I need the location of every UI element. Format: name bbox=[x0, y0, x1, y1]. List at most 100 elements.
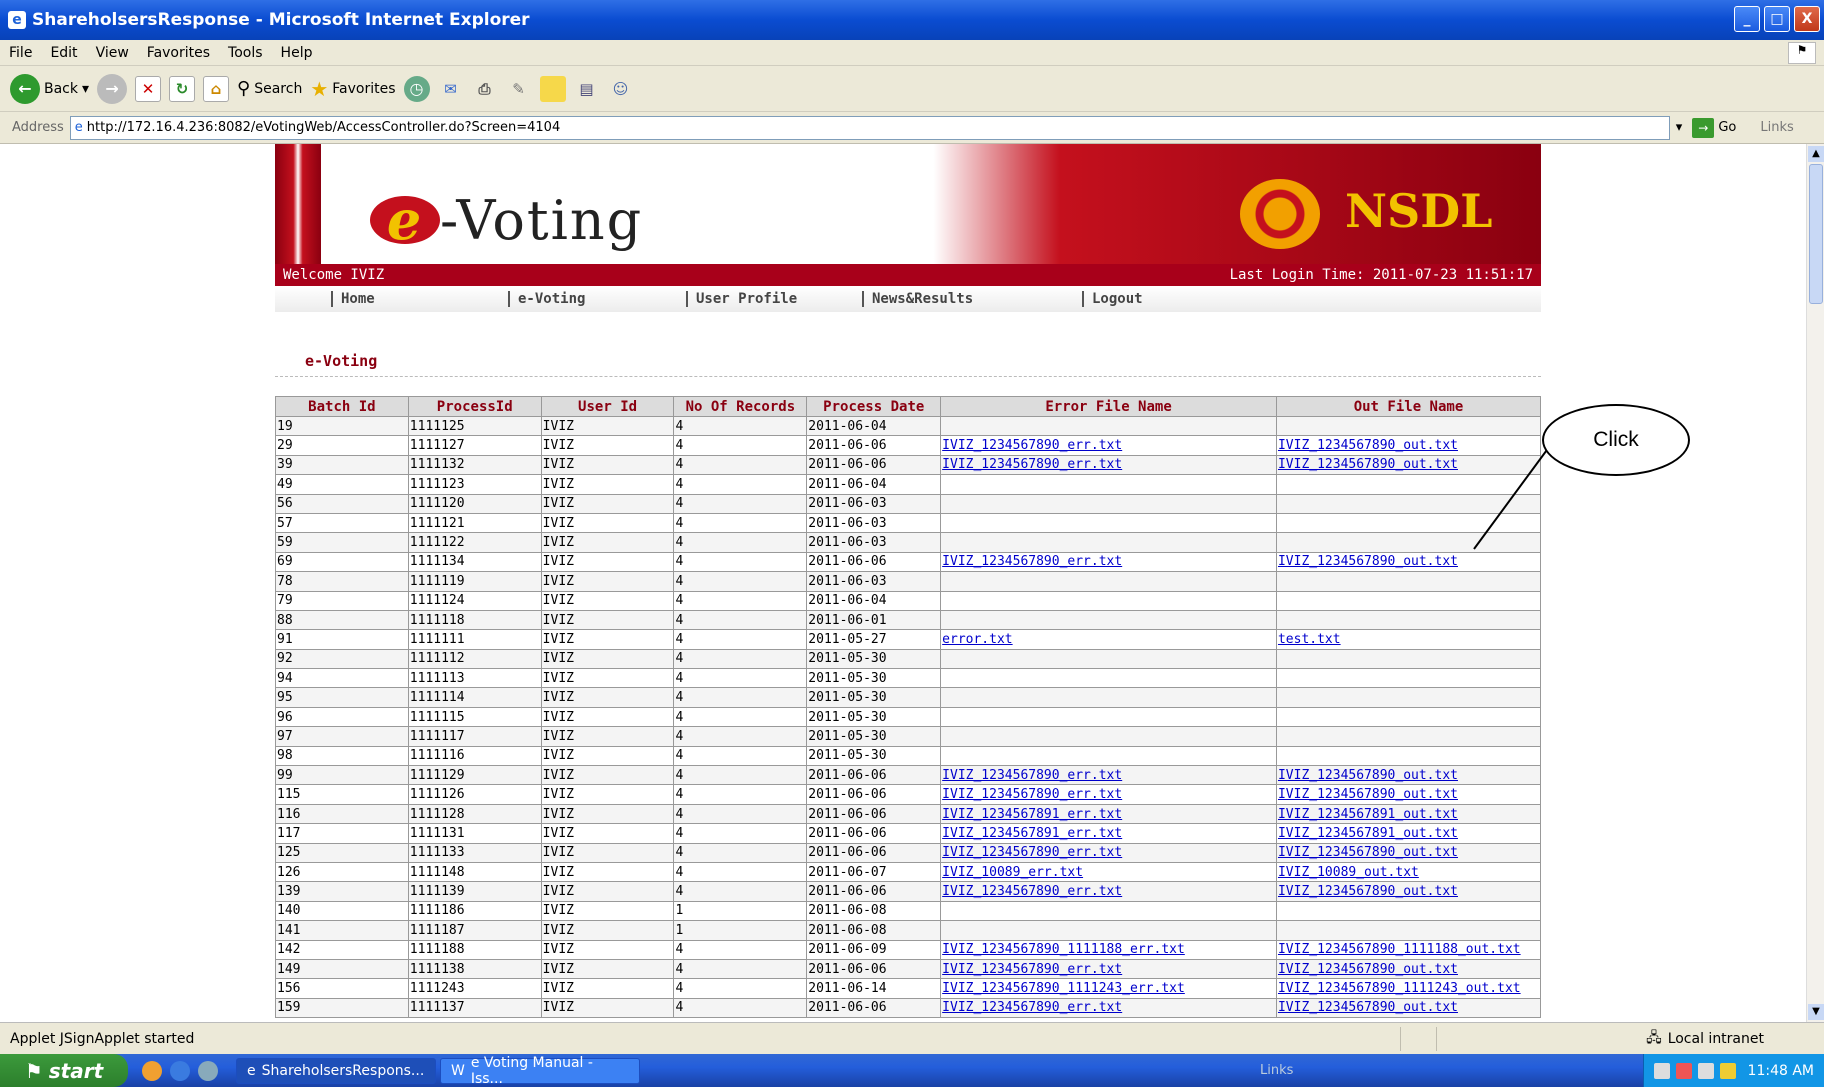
out-file-link[interactable]: IVIZ_1234567890_out.txt bbox=[1278, 554, 1458, 569]
table-cell: 1111188 bbox=[407, 939, 542, 960]
error-file-link[interactable]: IVIZ_1234567891_err.txt bbox=[942, 826, 1122, 841]
table-row: 126 1111148 IVIZ 4 2011-06-07 IVIZ_10089_err.… bbox=[275, 861, 1542, 883]
favorites-button[interactable]: ★ Favorites bbox=[310, 77, 395, 101]
table-cell: 2011-06-01 bbox=[806, 609, 942, 631]
links-label[interactable]: Links bbox=[1760, 120, 1793, 135]
taskbar-item-ie[interactable]: e ShareholsersRespons... bbox=[236, 1057, 436, 1084]
error-file-link[interactable]: IVIZ_10089_err.txt bbox=[942, 865, 1083, 880]
table-cell: IVIZ bbox=[540, 668, 675, 689]
taskbar-item-word[interactable]: W e Voting Manual - Iss... bbox=[440, 1055, 640, 1087]
out-file-link[interactable]: IVIZ_1234567890_out.txt bbox=[1278, 845, 1458, 860]
table-cell: 2011-05-30 bbox=[806, 726, 942, 747]
out-file-link[interactable]: IVIZ_10089_out.txt bbox=[1278, 865, 1419, 880]
desktop-icon[interactable] bbox=[198, 1060, 218, 1081]
error-file-link[interactable]: IVIZ_1234567890_1111243_err.txt bbox=[942, 981, 1185, 996]
error-file-link[interactable]: IVIZ_1234567890_err.txt bbox=[942, 438, 1122, 453]
menu-favorites[interactable]: Favorites bbox=[138, 45, 219, 61]
search-button[interactable]: ⚲ Search bbox=[237, 78, 302, 99]
out-file-link[interactable]: test.txt bbox=[1278, 632, 1341, 647]
table-cell: 92 bbox=[275, 648, 409, 670]
out-file-link[interactable]: IVIZ_1234567890_out.txt bbox=[1278, 438, 1458, 453]
menu-help[interactable]: Help bbox=[272, 45, 322, 61]
error-file-link[interactable]: IVIZ_1234567890_err.txt bbox=[942, 787, 1122, 802]
out-file-link[interactable]: IVIZ_1234567890_out.txt bbox=[1278, 457, 1458, 472]
scroll-down-icon[interactable]: ▼ bbox=[1808, 1004, 1824, 1020]
nav-user-profile[interactable]: User Profile bbox=[686, 291, 862, 307]
out-file-link[interactable]: IVIZ_1234567890_1111243_out.txt bbox=[1278, 981, 1521, 996]
stop-button[interactable]: ✕ bbox=[135, 75, 162, 102]
table-cell: 79 bbox=[275, 590, 409, 611]
error-file-link[interactable]: IVIZ_1234567890_err.txt bbox=[942, 554, 1122, 569]
menu-edit[interactable]: Edit bbox=[41, 45, 86, 61]
address-dropdown-icon[interactable]: ▾ bbox=[1676, 120, 1683, 135]
table-cell: 2011-05-30 bbox=[806, 745, 942, 767]
messenger-button[interactable]: ☺ bbox=[608, 76, 634, 102]
out-file-link[interactable]: IVIZ_1234567890_out.txt bbox=[1278, 1000, 1458, 1015]
out-file-link[interactable]: IVIZ_1234567890_1111188_out.txt bbox=[1278, 942, 1521, 957]
error-file-link[interactable]: IVIZ_1234567890_err.txt bbox=[942, 768, 1122, 783]
error-file-link[interactable]: IVIZ_1234567890_err.txt bbox=[942, 457, 1122, 472]
quick-launch bbox=[128, 1060, 232, 1081]
nav-news-results[interactable]: News&Results bbox=[862, 291, 1082, 307]
nav-home[interactable]: Home bbox=[331, 291, 508, 307]
close-button[interactable]: X bbox=[1794, 6, 1820, 32]
discuss-button[interactable] bbox=[539, 75, 566, 102]
research-button[interactable]: ▤ bbox=[574, 76, 600, 102]
back-button[interactable]: ← Back ▾ bbox=[10, 73, 89, 104]
table-cell: 4 bbox=[673, 668, 808, 689]
home-button[interactable]: ⌂ bbox=[203, 75, 230, 102]
edit-button[interactable]: ✎ bbox=[506, 76, 532, 102]
table-cell: 2011-06-03 bbox=[806, 571, 942, 592]
table-cell: 91 bbox=[275, 629, 409, 650]
out-file-link[interactable]: IVIZ_1234567891_out.txt bbox=[1278, 826, 1458, 841]
back-dropdown-icon[interactable]: ▾ bbox=[82, 81, 89, 97]
evoting-logo: e -Voting bbox=[370, 189, 643, 252]
go-button[interactable]: → Go bbox=[1692, 117, 1736, 138]
table-cell bbox=[940, 571, 1277, 592]
table-cell bbox=[940, 493, 1277, 514]
out-file-link[interactable]: IVIZ_1234567891_out.txt bbox=[1278, 807, 1458, 822]
table-cell: 4 bbox=[673, 493, 808, 514]
address-input[interactable]: e http://172.16.4.236:8082/eVotingWeb/Ac… bbox=[69, 115, 1670, 140]
minimize-button[interactable]: _ bbox=[1734, 6, 1760, 32]
error-file-link[interactable]: IVIZ_1234567890_err.txt bbox=[942, 962, 1122, 977]
table-cell bbox=[940, 668, 1277, 689]
mail-button[interactable]: ✉ bbox=[438, 76, 464, 102]
nav-logout[interactable]: Logout bbox=[1082, 291, 1143, 307]
ie-quicklaunch-icon[interactable] bbox=[170, 1060, 190, 1081]
nav-evoting[interactable]: e-Voting bbox=[508, 291, 686, 307]
menu-file[interactable]: File bbox=[0, 45, 41, 61]
favorites-label: Favorites bbox=[332, 80, 396, 97]
menu-view[interactable]: View bbox=[87, 45, 138, 61]
forward-button[interactable]: → bbox=[97, 73, 128, 104]
tray-security-icon[interactable] bbox=[1675, 1062, 1692, 1079]
col-process-id: ProcessId bbox=[407, 396, 542, 417]
error-file-link[interactable]: IVIZ_1234567891_err.txt bbox=[942, 807, 1122, 822]
error-file-link[interactable]: error.txt bbox=[942, 632, 1012, 647]
error-file-link[interactable]: IVIZ_1234567890_1111188_err.txt bbox=[942, 942, 1185, 957]
menu-tools[interactable]: Tools bbox=[219, 45, 272, 61]
error-file-link[interactable]: IVIZ_1234567890_err.txt bbox=[942, 845, 1122, 860]
scroll-thumb[interactable] bbox=[1809, 164, 1823, 304]
history-button[interactable]: ◷ bbox=[403, 75, 430, 102]
outlook-icon[interactable] bbox=[142, 1060, 162, 1081]
out-file-link[interactable]: IVIZ_1234567890_out.txt bbox=[1278, 787, 1458, 802]
maximize-button[interactable]: □ bbox=[1764, 6, 1790, 32]
tray-volume-icon[interactable] bbox=[1697, 1062, 1714, 1079]
vertical-scrollbar[interactable]: ▲ ▼ bbox=[1806, 144, 1824, 1022]
tray-network-icon[interactable] bbox=[1653, 1062, 1670, 1079]
table-cell: 57 bbox=[275, 512, 409, 534]
out-file-link[interactable]: IVIZ_1234567890_out.txt bbox=[1278, 962, 1458, 977]
scroll-up-icon[interactable]: ▲ bbox=[1808, 146, 1824, 162]
refresh-button[interactable]: ↻ bbox=[169, 75, 196, 102]
table-cell: 2011-06-06 bbox=[806, 958, 942, 980]
page-icon: e bbox=[74, 120, 83, 135]
start-button[interactable]: ⚑ start bbox=[0, 1054, 128, 1087]
out-file-link[interactable]: IVIZ_1234567890_out.txt bbox=[1278, 768, 1458, 783]
print-button[interactable]: ⎙ bbox=[472, 76, 498, 102]
out-file-link[interactable]: IVIZ_1234567890_out.txt bbox=[1278, 884, 1458, 899]
tray-shield-icon[interactable] bbox=[1719, 1062, 1736, 1079]
error-file-link[interactable]: IVIZ_1234567890_err.txt bbox=[942, 884, 1122, 899]
taskbar-links[interactable]: Links bbox=[1260, 1063, 1293, 1078]
error-file-link[interactable]: IVIZ_1234567890_err.txt bbox=[942, 1000, 1122, 1015]
